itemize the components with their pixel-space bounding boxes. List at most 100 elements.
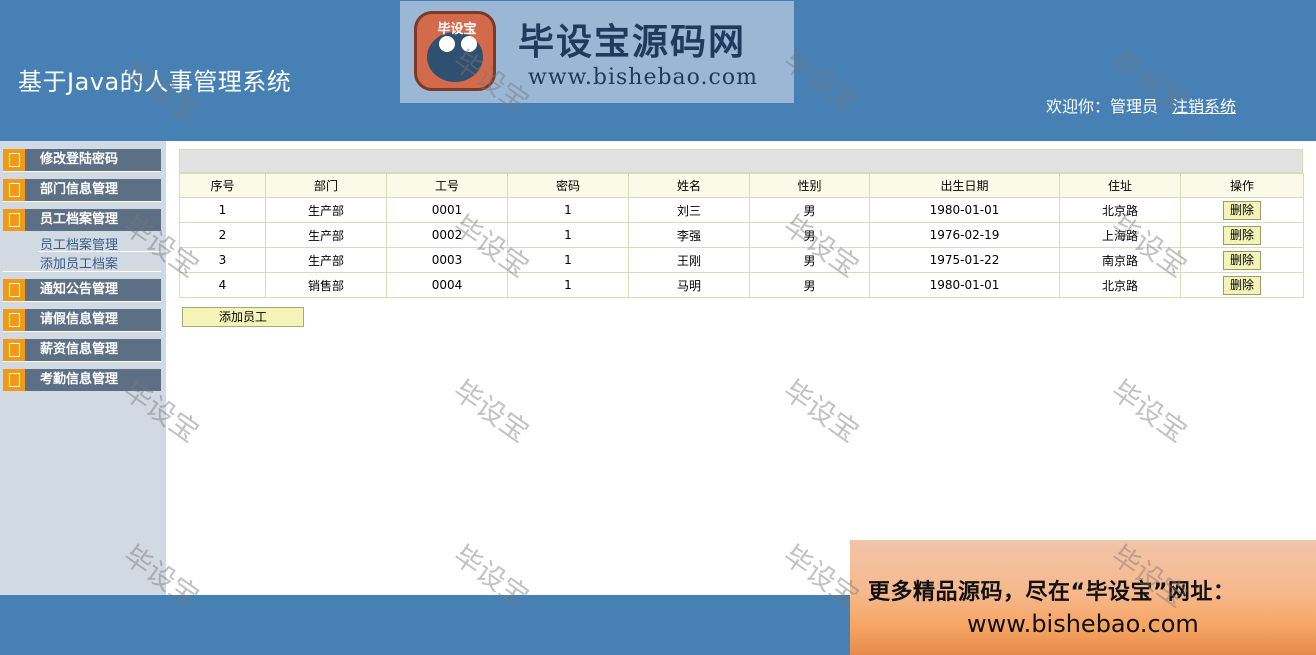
cell-birth: 1976-02-19 — [869, 222, 1060, 248]
cell-addr: 南京路 — [1059, 247, 1181, 273]
column-header: 姓名 — [628, 173, 750, 198]
table-title-bar — [179, 149, 1303, 173]
cell-pwd: 1 — [507, 197, 629, 223]
column-header: 部门 — [265, 173, 387, 198]
sidebar-item-label: 修改登陆密码 — [40, 152, 119, 167]
table-row: 2 生产部 0002 1 李强 男 1976-02-19 上海路 删除 — [179, 222, 1304, 248]
cell-id: 0004 — [386, 272, 508, 298]
cell-no: 4 — [179, 272, 266, 298]
sidebar-item-leave[interactable]: 请假信息管理 — [3, 309, 161, 331]
cell-dept: 生产部 — [265, 247, 387, 273]
cell-dept: 生产部 — [265, 222, 387, 248]
divider — [3, 331, 161, 332]
sidebar-subitem-add-employee[interactable]: 添加员工档案 — [40, 253, 118, 272]
promo-text: 更多精品源码，尽在“毕设宝”网址： — [868, 580, 1236, 605]
cell-pwd: 1 — [507, 222, 629, 248]
document-icon — [3, 209, 25, 231]
divider — [3, 361, 161, 362]
delete-button[interactable]: 删除 — [1223, 225, 1261, 245]
cell-addr: 北京路 — [1059, 272, 1181, 298]
cell-gender: 男 — [749, 247, 870, 273]
employee-table: 序号 部门 工号 密码 姓名 性别 出生日期 住址 操作 1 生产部 0001 … — [179, 173, 1304, 298]
cell-name: 李强 — [628, 222, 750, 248]
document-icon — [3, 149, 25, 171]
delete-button[interactable]: 删除 — [1223, 250, 1261, 270]
sidebar-item-label: 部门信息管理 — [40, 182, 119, 197]
document-icon — [3, 339, 25, 361]
sidebar-item-change-password[interactable]: 修改登陆密码 — [3, 149, 161, 171]
document-icon — [3, 369, 25, 391]
column-header: 住址 — [1059, 173, 1181, 198]
sidebar-item-salary[interactable]: 薪资信息管理 — [3, 339, 161, 361]
document-icon — [3, 279, 25, 301]
cell-birth: 1980-01-01 — [869, 272, 1060, 298]
cell-pwd: 1 — [507, 272, 629, 298]
cell-dept: 生产部 — [265, 197, 387, 223]
column-header: 密码 — [507, 173, 629, 198]
cell-no: 1 — [179, 197, 266, 223]
logo-title: 毕设宝源码网 — [518, 22, 747, 63]
cell-action: 删除 — [1180, 272, 1304, 298]
logo-badge-icon: 毕设宝 — [414, 11, 496, 91]
main-content: 序号 部门 工号 密码 姓名 性别 出生日期 住址 操作 1 生产部 0001 … — [166, 141, 1316, 595]
logo-badge-text: 毕设宝 — [437, 22, 477, 37]
cell-birth: 1980-01-01 — [869, 197, 1060, 223]
welcome-area: 欢迎你：管理员 注销系统 — [1046, 93, 1236, 117]
cell-gender: 男 — [749, 197, 870, 223]
cell-gender: 男 — [749, 272, 870, 298]
divider — [3, 271, 161, 272]
column-header: 操作 — [1180, 173, 1304, 198]
column-header: 出生日期 — [869, 173, 1060, 198]
table-row: 4 销售部 0004 1 马明 男 1980-01-01 北京路 删除 — [179, 272, 1304, 298]
cell-dept: 销售部 — [265, 272, 387, 298]
cell-action: 删除 — [1180, 222, 1304, 248]
delete-button[interactable]: 删除 — [1223, 200, 1261, 220]
cell-name: 马明 — [628, 272, 750, 298]
document-icon — [3, 309, 25, 331]
app-title: 基于Java的人事管理系统 — [18, 68, 292, 96]
sidebar-item-attendance[interactable]: 考勤信息管理 — [3, 369, 161, 391]
cell-addr: 北京路 — [1059, 197, 1181, 223]
cell-id: 0003 — [386, 247, 508, 273]
sidebar-item-label: 薪资信息管理 — [40, 342, 119, 357]
sidebar-item-label: 请假信息管理 — [40, 312, 119, 327]
cell-no: 2 — [179, 222, 266, 248]
cell-id: 0001 — [386, 197, 508, 223]
cell-pwd: 1 — [507, 247, 629, 273]
sidebar-item-label: 员工档案管理 — [40, 212, 119, 227]
divider — [3, 201, 161, 202]
sidebar-item-department[interactable]: 部门信息管理 — [3, 179, 161, 201]
cell-no: 3 — [179, 247, 266, 273]
column-header: 工号 — [386, 173, 508, 198]
sidebar-item-label: 考勤信息管理 — [40, 372, 119, 387]
promo-banner: 更多精品源码，尽在“毕设宝”网址： www.bishebao.com — [850, 540, 1316, 655]
cell-action: 删除 — [1180, 247, 1304, 273]
table-row: 3 生产部 0003 1 王刚 男 1975-01-22 南京路 删除 — [179, 247, 1304, 273]
add-employee-button[interactable]: 添加员工 — [182, 307, 304, 327]
cell-action: 删除 — [1180, 197, 1304, 223]
welcome-text: 欢迎你：管理员 — [1046, 97, 1159, 116]
sidebar-item-label: 通知公告管理 — [40, 282, 119, 297]
cell-gender: 男 — [749, 222, 870, 248]
divider — [38, 251, 161, 252]
column-header: 序号 — [179, 173, 266, 198]
divider — [3, 171, 161, 172]
divider — [3, 301, 161, 302]
cell-id: 0002 — [386, 222, 508, 248]
site-logo: 毕设宝 毕设宝源码网 www.bishebao.com — [400, 1, 794, 103]
cell-name: 刘三 — [628, 197, 750, 223]
column-header: 性别 — [749, 173, 870, 198]
cell-addr: 上海路 — [1059, 222, 1181, 248]
logout-link[interactable]: 注销系统 — [1172, 97, 1236, 116]
sidebar-item-employee-records[interactable]: 员工档案管理 — [3, 209, 161, 231]
cell-birth: 1975-01-22 — [869, 247, 1060, 273]
promo-url: www.bishebao.com — [967, 610, 1199, 638]
document-icon — [3, 179, 25, 201]
sidebar: 修改登陆密码 部门信息管理 员工档案管理 员工档案管理 添加员工档案 通知公告管… — [0, 141, 166, 595]
delete-button[interactable]: 删除 — [1223, 275, 1261, 295]
cell-name: 王刚 — [628, 247, 750, 273]
sidebar-item-notices[interactable]: 通知公告管理 — [3, 279, 161, 301]
table-row: 1 生产部 0001 1 刘三 男 1980-01-01 北京路 删除 — [179, 197, 1304, 223]
logo-url: www.bishebao.com — [528, 65, 758, 90]
table-header-row: 序号 部门 工号 密码 姓名 性别 出生日期 住址 操作 — [179, 173, 1304, 198]
